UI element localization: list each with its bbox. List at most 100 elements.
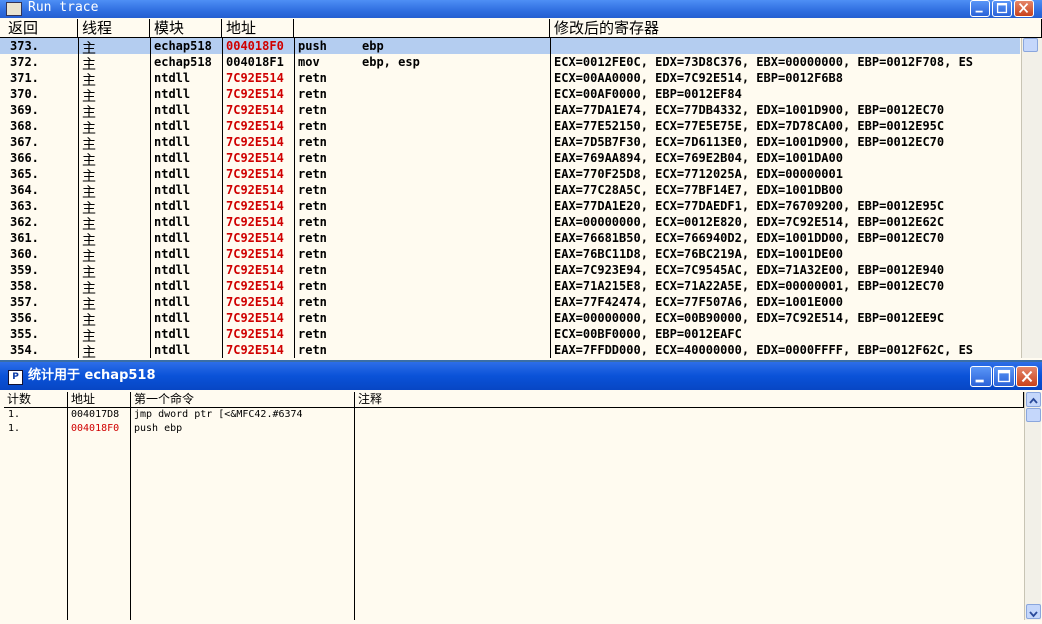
row-registers: EAX=71A215E8, ECX=71A22A5E, EDX=00000001… xyxy=(554,279,945,293)
row-index: 359. xyxy=(10,263,39,277)
row-registers: EAX=76681B50, ECX=766940D2, EDX=1001DD00… xyxy=(554,231,945,245)
run-trace-titlebar[interactable]: Run trace xyxy=(0,0,1042,18)
scrollbar-thumb[interactable] xyxy=(1026,408,1041,422)
row-address: 7C92E514 xyxy=(226,295,284,309)
close-button[interactable] xyxy=(1016,366,1038,387)
row-mnemonic: retn xyxy=(298,87,327,101)
row-mnemonic: retn xyxy=(298,279,327,293)
maximize-button[interactable] xyxy=(992,0,1012,17)
trace-row[interactable]: 357. 主 ntdll 7C92E514 retn EAX=77F42474, ECX=… xyxy=(0,294,1020,313)
row-address: 004018F0 xyxy=(71,423,120,434)
col-header-return[interactable]: 返回 xyxy=(0,19,78,38)
trace-row[interactable]: 369. 主 ntdll 7C92E514 retn EAX=77DA1E74, ECX=… xyxy=(0,102,1020,121)
row-first-command: push ebp xyxy=(134,423,183,434)
col-header-modified-registers[interactable]: 修改后的寄存器 xyxy=(550,19,1042,38)
row-address: 7C92E514 xyxy=(226,199,284,213)
trace-row[interactable]: 371. 主 ntdll 7C92E514 retn ECX=00AA0000, EDX=… xyxy=(0,70,1020,89)
row-registers: EAX=77F42474, ECX=77F507A6, EDX=1001E000 xyxy=(554,295,843,309)
trace-row[interactable]: 363. 主 ntdll 7C92E514 retn EAX=77DA1E20, ECX=… xyxy=(0,198,1020,217)
stats-row[interactable]: 1. 004018F0 push ebp xyxy=(0,422,1024,436)
stats-titlebar[interactable]: P 统计用于 echap518 xyxy=(0,362,1042,390)
row-index: 364. xyxy=(10,183,39,197)
minimize-button[interactable] xyxy=(970,366,992,387)
row-address: 7C92E514 xyxy=(226,167,284,181)
row-mnemonic: retn xyxy=(298,167,327,181)
row-module: ntdll xyxy=(154,231,191,245)
maximize-button[interactable] xyxy=(993,366,1015,387)
row-first-command: jmp dword ptr [<&MFC42.#6374 xyxy=(134,409,303,420)
col-header-address[interactable]: 地址 xyxy=(222,19,294,38)
stats-window: P 统计用于 echap518 计数 地址 第一个命令 注释 1. 004017D… xyxy=(0,362,1042,624)
trace-row[interactable]: 358. 主 ntdll 7C92E514 retn EAX=71A215E8, ECX=… xyxy=(0,278,1020,297)
close-button[interactable] xyxy=(1014,0,1034,17)
row-module: ntdll xyxy=(154,263,191,277)
trace-row[interactable]: 368. 主 ntdll 7C92E514 retn EAX=77E52150, ECX=… xyxy=(0,118,1020,137)
row-mnemonic: retn xyxy=(298,103,327,117)
col-header-thread[interactable]: 线程 xyxy=(78,19,150,38)
row-mnemonic: retn xyxy=(298,263,327,277)
window-app-icon xyxy=(6,2,22,16)
row-index: 367. xyxy=(10,135,39,149)
column-divider xyxy=(67,408,68,620)
minimize-button[interactable] xyxy=(970,0,990,17)
row-module: ntdll xyxy=(154,167,191,181)
col-header-comment[interactable]: 注释 xyxy=(355,392,1024,408)
row-module: ntdll xyxy=(154,215,191,229)
row-index: 355. xyxy=(10,327,39,341)
trace-row[interactable]: 354. 主 ntdll 7C92E514 retn EAX=7FFDD000, ECX=… xyxy=(0,342,1020,358)
trace-row[interactable]: 364. 主 ntdll 7C92E514 retn EAX=77C28A5C, ECX=… xyxy=(0,182,1020,201)
row-address: 7C92E514 xyxy=(226,327,284,341)
trace-row[interactable]: 370. 主 ntdll 7C92E514 retn ECX=00AF0000, EBP=… xyxy=(0,86,1020,105)
scroll-down-button[interactable] xyxy=(1026,604,1041,619)
row-address: 004018F0 xyxy=(226,39,284,53)
row-operand: ebp, esp xyxy=(362,55,420,69)
trace-row[interactable]: 367. 主 ntdll 7C92E514 retn EAX=7D5B7F30, ECX=… xyxy=(0,134,1020,153)
stats-title: 统计用于 echap518 xyxy=(28,368,156,383)
trace-row[interactable]: 355. 主 ntdll 7C92E514 retn ECX=00BF0000, EBP=… xyxy=(0,326,1020,345)
col-header-module[interactable]: 模块 xyxy=(150,19,222,38)
scroll-up-button[interactable] xyxy=(1026,392,1041,407)
row-address: 004017D8 xyxy=(71,409,120,420)
row-index: 370. xyxy=(10,87,39,101)
scrollbar-thumb[interactable] xyxy=(1023,38,1038,52)
row-mnemonic: push xyxy=(298,39,327,53)
row-registers: ECX=00AA0000, EDX=7C92E514, EBP=0012F6B8 xyxy=(554,71,843,85)
trace-row[interactable]: 366. 主 ntdll 7C92E514 retn EAX=769AA894, ECX=… xyxy=(0,150,1020,169)
row-mnemonic: mov xyxy=(298,55,320,69)
row-module: ntdll xyxy=(154,71,191,85)
row-mnemonic: retn xyxy=(298,215,327,229)
row-index: 362. xyxy=(10,215,39,229)
thread-main-label: 主 xyxy=(82,345,96,358)
trace-row[interactable]: 365. 主 ntdll 7C92E514 retn EAX=770F25D8, ECX=… xyxy=(0,166,1020,185)
col-header-first-command[interactable]: 第一个命令 xyxy=(131,392,355,408)
stats-row[interactable]: 1. 004017D8 jmp dword ptr [<&MFC42.#6374 xyxy=(0,408,1024,422)
trace-row[interactable]: 362. 主 ntdll 7C92E514 retn EAX=00000000, ECX=… xyxy=(0,214,1020,233)
col-header-address[interactable]: 地址 xyxy=(68,392,131,408)
trace-row[interactable]: 372. 主 echap518 004018F1 mov ebp, esp ECX=0012… xyxy=(0,54,1020,73)
row-index: 366. xyxy=(10,151,39,165)
trace-vertical-scrollbar[interactable] xyxy=(1021,38,1042,358)
row-module: ntdll xyxy=(154,295,191,309)
trace-row[interactable]: 356. 主 ntdll 7C92E514 retn EAX=00000000, ECX=… xyxy=(0,310,1020,329)
trace-row[interactable]: 360. 主 ntdll 7C92E514 retn EAX=76BC11D8, ECX=… xyxy=(0,246,1020,265)
col-header-count[interactable]: 计数 xyxy=(4,392,68,408)
trace-row[interactable]: 361. 主 ntdll 7C92E514 retn EAX=76681B50, ECX=… xyxy=(0,230,1020,249)
row-mnemonic: retn xyxy=(298,71,327,85)
row-address: 7C92E514 xyxy=(226,343,284,357)
row-mnemonic: retn xyxy=(298,247,327,261)
row-address: 7C92E514 xyxy=(226,103,284,117)
row-registers: EAX=77E52150, ECX=77E5E75E, EDX=7D78CA00… xyxy=(554,119,945,133)
row-module: ntdll xyxy=(154,247,191,261)
stats-vertical-scrollbar[interactable] xyxy=(1024,392,1041,620)
row-index: 363. xyxy=(10,199,39,213)
row-module: ntdll xyxy=(154,151,191,165)
row-index: 365. xyxy=(10,167,39,181)
row-mnemonic: retn xyxy=(298,119,327,133)
col-header-command[interactable] xyxy=(294,19,550,38)
trace-row[interactable]: 359. 主 ntdll 7C92E514 retn EAX=7C923E94, ECX=… xyxy=(0,262,1020,281)
trace-row[interactable]: 373. 主 echap518 004018F0 push ebp xyxy=(0,38,1020,57)
column-divider xyxy=(130,408,131,620)
row-address: 7C92E514 xyxy=(226,151,284,165)
close-icon xyxy=(1018,3,1029,14)
row-registers: ECX=0012FE0C, EDX=73D8C376, EBX=00000000… xyxy=(554,55,974,69)
